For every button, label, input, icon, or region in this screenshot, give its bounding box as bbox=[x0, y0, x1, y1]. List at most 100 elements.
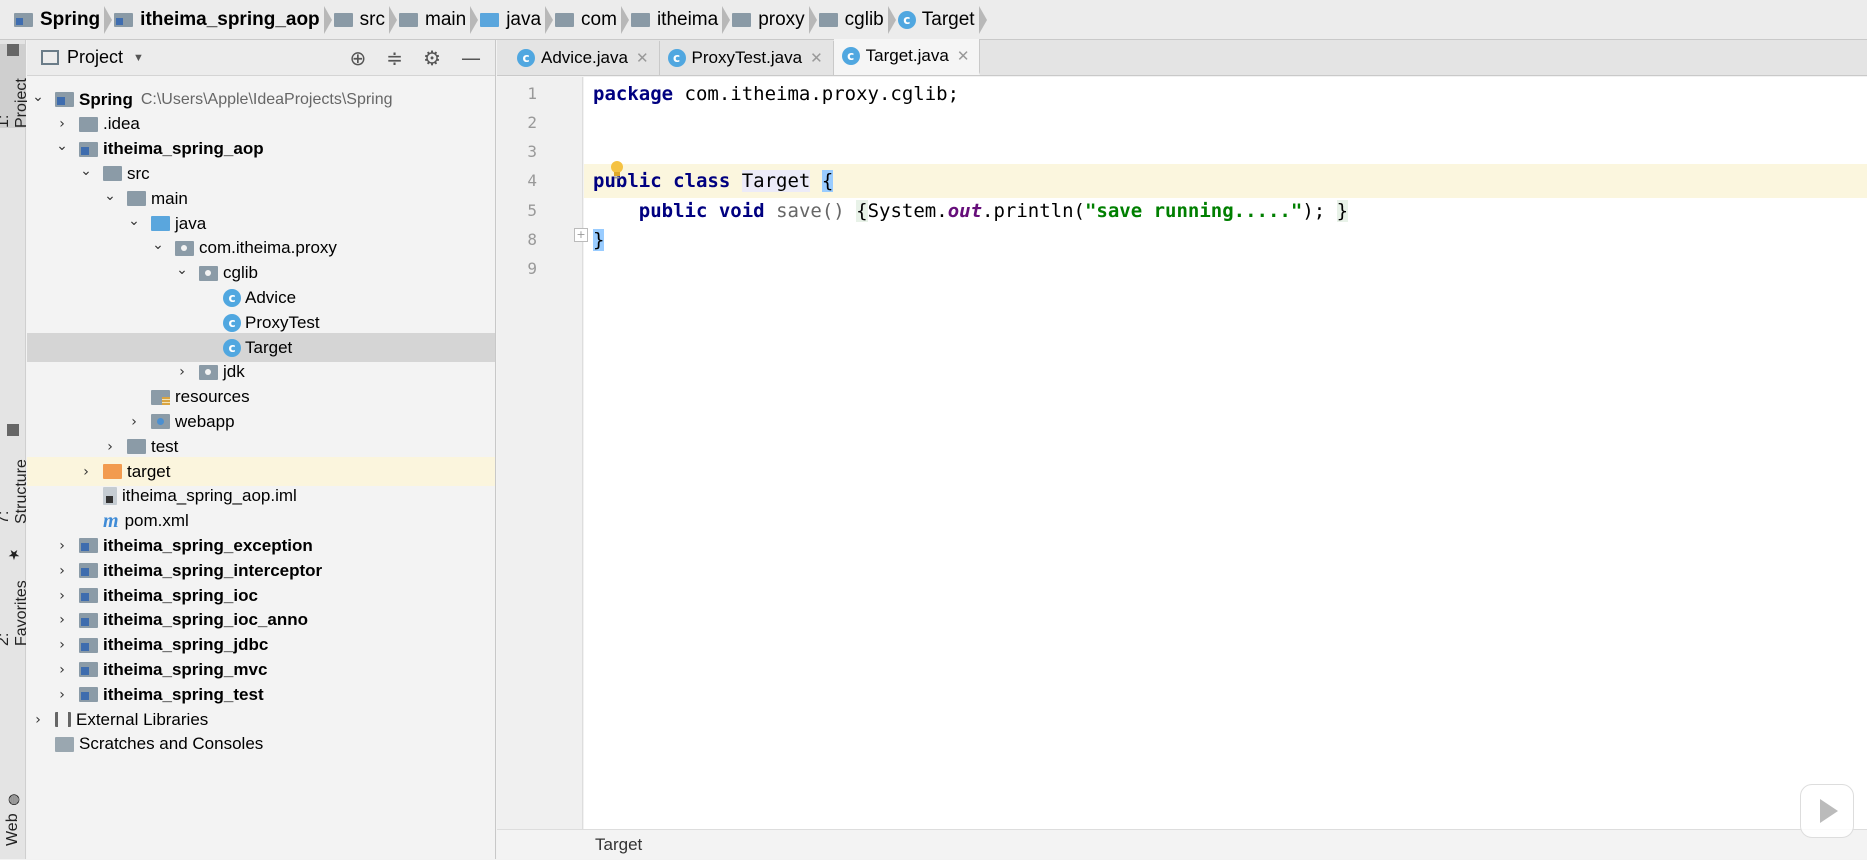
tree-item-label: itheima_spring_mvc bbox=[103, 659, 268, 679]
project-tool-tab[interactable]: 1: Project bbox=[0, 44, 30, 128]
editor-gutter: 1 2 3 4 5 8 9 bbox=[497, 77, 583, 829]
folder-icon bbox=[333, 12, 353, 27]
tree-item[interactable]: ›Scratches and Consoles bbox=[27, 730, 495, 759]
line-number: 5 bbox=[527, 201, 537, 220]
fold-toggle-icon[interactable]: + bbox=[574, 228, 588, 242]
editor-tab[interactable]: c ProxyTest.java ✕ bbox=[660, 41, 834, 75]
chevron-right-icon[interactable]: › bbox=[55, 687, 69, 703]
chevron-down-icon[interactable]: ⌄ bbox=[55, 138, 69, 154]
tree-item-label: itheima_spring_interceptor bbox=[103, 560, 323, 580]
package-name: com.itheima.proxy.cglib; bbox=[673, 83, 960, 105]
left-tool-strip: 1: Project 7: Structure 2: Favorites ★ W… bbox=[0, 40, 30, 859]
project-tool-icon bbox=[7, 44, 19, 56]
chevron-down-icon[interactable]: ⌄ bbox=[175, 262, 189, 278]
source-folder-icon bbox=[151, 216, 170, 231]
module-folder-icon bbox=[55, 92, 74, 107]
tree-item-label: jdk bbox=[223, 362, 245, 382]
folded-open-brace[interactable]: { bbox=[856, 200, 868, 222]
breadcrumb-label: cglib bbox=[844, 8, 884, 30]
lightbulb-icon[interactable] bbox=[609, 160, 625, 180]
collapse-all-icon[interactable]: ≑ bbox=[386, 46, 403, 70]
view-dropdown-icon[interactable]: ▼ bbox=[133, 52, 144, 64]
source-folder-icon bbox=[480, 12, 500, 27]
breadcrumb-item[interactable]: java bbox=[476, 0, 554, 40]
breadcrumb-item[interactable]: Spring bbox=[10, 0, 113, 40]
code-line-8: } bbox=[584, 223, 1867, 257]
breadcrumb-label: Target bbox=[921, 8, 975, 30]
breadcrumb-separator-icon bbox=[978, 5, 987, 34]
chevron-right-icon[interactable]: › bbox=[103, 439, 117, 455]
tree-item-label: .idea bbox=[103, 114, 140, 134]
chevron-down-icon[interactable]: ⌄ bbox=[151, 237, 165, 253]
line-number: 2 bbox=[527, 113, 537, 132]
chevron-down-icon[interactable]: ⌄ bbox=[127, 213, 141, 229]
class-icon: c bbox=[223, 313, 241, 332]
breadcrumb-item[interactable]: cglib bbox=[815, 0, 896, 40]
breadcrumb-item[interactable]: proxy bbox=[728, 0, 817, 40]
play-icon bbox=[1820, 799, 1838, 823]
class-name: Target bbox=[741, 170, 811, 192]
editor-tab[interactable]: c Target.java ✕ bbox=[833, 39, 981, 75]
class-icon: c bbox=[667, 49, 686, 67]
editor-tab-label: Advice.java bbox=[541, 48, 628, 67]
folded-close-brace[interactable]: } bbox=[1336, 200, 1349, 222]
line-number: 9 bbox=[527, 259, 537, 278]
project-panel-title[interactable]: Project bbox=[67, 47, 123, 68]
gear-icon[interactable]: ⚙ bbox=[423, 46, 441, 70]
method-name: save() bbox=[776, 200, 845, 222]
chevron-right-icon[interactable]: › bbox=[55, 116, 69, 132]
breadcrumb-item[interactable]: com bbox=[551, 0, 629, 40]
statement-end: ); bbox=[1302, 200, 1326, 222]
web-tool-tab-label: Web bbox=[4, 813, 21, 847]
chevron-right-icon[interactable]: › bbox=[55, 538, 69, 554]
tree-item-label: cglib bbox=[223, 263, 258, 283]
tree-item-label: itheima_spring_aop.iml bbox=[122, 486, 297, 506]
package-keyword: package bbox=[593, 83, 674, 105]
chevron-down-icon[interactable]: ⌄ bbox=[31, 89, 45, 105]
tree-item-label: Advice bbox=[245, 287, 297, 307]
chevron-right-icon[interactable]: › bbox=[79, 464, 93, 480]
chevron-right-icon[interactable]: › bbox=[55, 612, 69, 628]
structure-breadcrumb[interactable]: Target bbox=[595, 835, 642, 854]
project-panel: Project ▼ ⊕ ≑ ⚙ — ⌄ Spring C:\Users\Apple\… bbox=[27, 40, 496, 859]
breadcrumb-item[interactable]: itheima bbox=[627, 0, 731, 40]
star-icon: ★ bbox=[5, 546, 21, 562]
class-icon: c bbox=[517, 49, 535, 67]
favorites-tool-tab[interactable]: 2: Favorites ★ bbox=[0, 546, 30, 646]
structure-tool-tab[interactable]: 7: Structure bbox=[0, 424, 30, 524]
navigation-breadcrumb: Spring itheima_spring_aop src main java com it… bbox=[0, 0, 1867, 40]
play-overlay-button[interactable] bbox=[1800, 784, 1854, 838]
editor-tab-label: ProxyTest.java bbox=[691, 48, 803, 67]
chevron-down-icon[interactable]: ⌄ bbox=[103, 188, 117, 204]
editor-tab[interactable]: c Advice.java ✕ bbox=[509, 41, 660, 75]
package-icon bbox=[199, 364, 218, 380]
chevron-right-icon[interactable]: › bbox=[55, 637, 69, 653]
breadcrumb-label: itheima_spring_aop bbox=[140, 8, 320, 30]
breadcrumb-item[interactable]: c Target bbox=[894, 0, 987, 40]
locate-icon[interactable]: ⊕ bbox=[350, 46, 367, 70]
close-tab-icon[interactable]: ✕ bbox=[957, 47, 970, 65]
close-tab-icon[interactable]: ✕ bbox=[636, 49, 649, 67]
module-folder-icon bbox=[79, 612, 98, 628]
chevron-right-icon[interactable]: › bbox=[55, 662, 69, 678]
class-icon: c bbox=[223, 288, 241, 307]
chevron-right-icon[interactable]: › bbox=[127, 414, 141, 430]
chevron-right-icon[interactable]: › bbox=[175, 364, 189, 380]
chevron-down-icon[interactable]: ⌄ bbox=[79, 163, 93, 179]
hide-panel-icon[interactable]: — bbox=[461, 46, 481, 70]
tree-item-label: pom.xml bbox=[124, 511, 189, 531]
breadcrumb-item[interactable]: src bbox=[330, 0, 397, 40]
chevron-right-icon[interactable]: › bbox=[31, 712, 45, 728]
breadcrumb-item[interactable]: main bbox=[395, 0, 479, 40]
code-editor[interactable]: package com.itheima.proxy.cglib; public … bbox=[584, 77, 1867, 829]
breadcrumb-item[interactable]: itheima_spring_aop bbox=[110, 0, 332, 40]
tree-item-label: resources bbox=[175, 387, 250, 407]
close-brace: } bbox=[593, 229, 605, 251]
folder-icon bbox=[127, 439, 146, 455]
chevron-right-icon[interactable]: › bbox=[55, 563, 69, 579]
web-tool-tab[interactable]: Web ◍ bbox=[0, 786, 26, 852]
close-tab-icon[interactable]: ✕ bbox=[810, 49, 823, 67]
chevron-right-icon[interactable]: › bbox=[55, 588, 69, 604]
